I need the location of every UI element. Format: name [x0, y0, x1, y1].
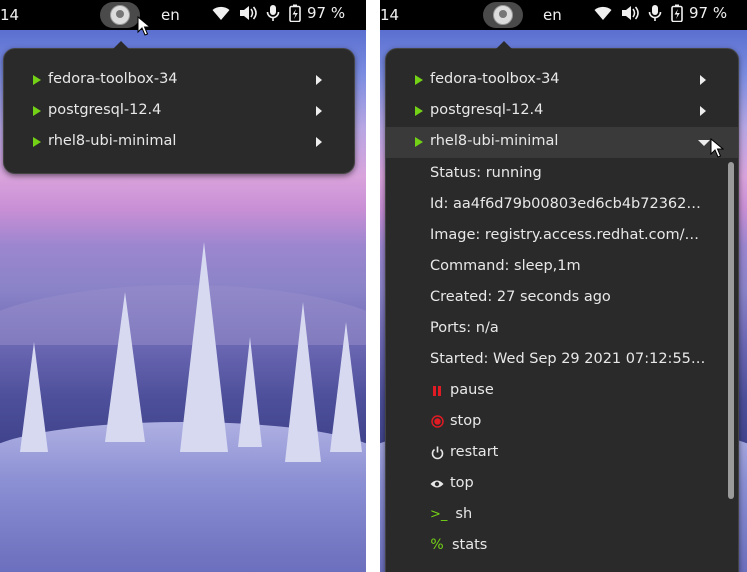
container-item-rhel8-ubi-minimal[interactable]: rhel8-ubi-minimal [386, 127, 738, 158]
top-bar: 14 en 97 % [0, 0, 366, 30]
eye-icon [430, 479, 444, 489]
action-sh-button[interactable]: >_ sh [430, 499, 472, 530]
battery-percentage: 97 % [689, 4, 728, 22]
battery-icon [671, 4, 683, 22]
running-indicator-icon [415, 106, 423, 116]
mouse-cursor-icon [137, 16, 151, 36]
action-restart-button[interactable]: restart [430, 437, 498, 468]
power-icon [430, 446, 444, 460]
container-name: postgresql-12.4 [430, 102, 544, 118]
top-bar: 14 en 97 % [380, 0, 747, 30]
detail-command[interactable]: Command: sleep,1m [430, 251, 708, 282]
system-status-area[interactable]: 97 % [212, 4, 345, 22]
chevron-right-icon[interactable] [700, 75, 706, 85]
action-label: top [450, 475, 474, 491]
chevron-right-icon[interactable] [700, 106, 706, 116]
action-stop-button[interactable]: stop [430, 406, 481, 437]
submenu-scrollbar[interactable] [728, 162, 734, 499]
container-name: rhel8-ubi-minimal [48, 133, 177, 149]
action-label: stats [452, 537, 488, 553]
container-item-postgresql-12-4[interactable]: postgresql-12.4 [386, 96, 738, 127]
screenshot-expanded: 14 en 97 % fedora-toolbox-34 postgresql-… [380, 0, 747, 572]
container-item-postgresql-12-4[interactable]: postgresql-12.4 [4, 96, 354, 127]
microphone-icon [266, 5, 280, 21]
wifi-icon [212, 6, 230, 20]
language-indicator[interactable]: en [543, 6, 562, 24]
action-label: restart [450, 444, 499, 460]
volume-icon [622, 6, 639, 20]
wifi-icon [594, 6, 612, 20]
language-indicator[interactable]: en [161, 6, 180, 24]
container-item-fedora-toolbox-34[interactable]: fedora-toolbox-34 [386, 65, 738, 96]
detail-created[interactable]: Created: 27 seconds ago [430, 282, 708, 313]
stop-icon [430, 415, 444, 428]
action-label: stop [450, 413, 482, 429]
running-indicator-icon [415, 137, 423, 147]
clock[interactable]: 14 [0, 6, 19, 24]
clock[interactable]: 14 [380, 6, 399, 24]
terminal-icon: >_ [430, 507, 448, 522]
percent-icon: % [430, 537, 444, 553]
running-indicator-icon [33, 106, 41, 116]
container-details-submenu: Status: running Id: aa4f6d79b00803ed6cb4… [386, 158, 738, 572]
chevron-down-icon[interactable] [698, 140, 710, 146]
chevron-right-icon[interactable] [316, 75, 322, 85]
chevron-right-icon[interactable] [316, 137, 322, 147]
pause-icon [430, 385, 444, 397]
detail-image[interactable]: Image: registry.access.redhat.com/ubi… [430, 220, 708, 251]
microphone-icon [648, 5, 662, 21]
container-name: rhel8-ubi-minimal [430, 133, 559, 149]
battery-icon [289, 4, 301, 22]
running-indicator-icon [415, 75, 423, 85]
detail-status[interactable]: Status: running [430, 158, 708, 189]
chevron-right-icon[interactable] [316, 106, 322, 116]
detail-id[interactable]: Id: aa4f6d79b00803ed6cb4b723620c… [430, 189, 708, 220]
system-status-area[interactable]: 97 % [594, 4, 727, 22]
container-name: fedora-toolbox-34 [48, 71, 178, 87]
action-top-button[interactable]: top [430, 468, 474, 499]
battery-percentage: 97 % [307, 4, 346, 22]
container-item-rhel8-ubi-minimal[interactable]: rhel8-ubi-minimal [4, 127, 354, 158]
action-label: pause [450, 382, 494, 398]
volume-icon [240, 6, 257, 20]
running-indicator-icon [33, 137, 41, 147]
running-indicator-icon [33, 75, 41, 85]
detail-ports[interactable]: Ports: n/a [430, 313, 708, 344]
containers-menu: fedora-toolbox-34 postgresql-12.4 rhel8-… [3, 41, 355, 174]
action-pause-button[interactable]: pause [430, 375, 494, 406]
containers-menu: fedora-toolbox-34 postgresql-12.4 rhel8-… [385, 41, 739, 572]
action-stats-button[interactable]: % stats [430, 530, 487, 561]
containers-extension-icon[interactable] [100, 2, 140, 28]
container-name: fedora-toolbox-34 [430, 71, 560, 87]
container-name: postgresql-12.4 [48, 102, 162, 118]
mouse-cursor-icon [710, 138, 724, 158]
detail-started[interactable]: Started: Wed Sep 29 2021 07:12:55 GM… [430, 344, 708, 375]
screenshot-collapsed: 14 en 97 % fedora-toolbox-34 postgresql-… [0, 0, 366, 572]
container-item-fedora-toolbox-34[interactable]: fedora-toolbox-34 [4, 65, 354, 96]
action-label: sh [455, 506, 473, 522]
containers-extension-icon[interactable] [483, 2, 523, 28]
